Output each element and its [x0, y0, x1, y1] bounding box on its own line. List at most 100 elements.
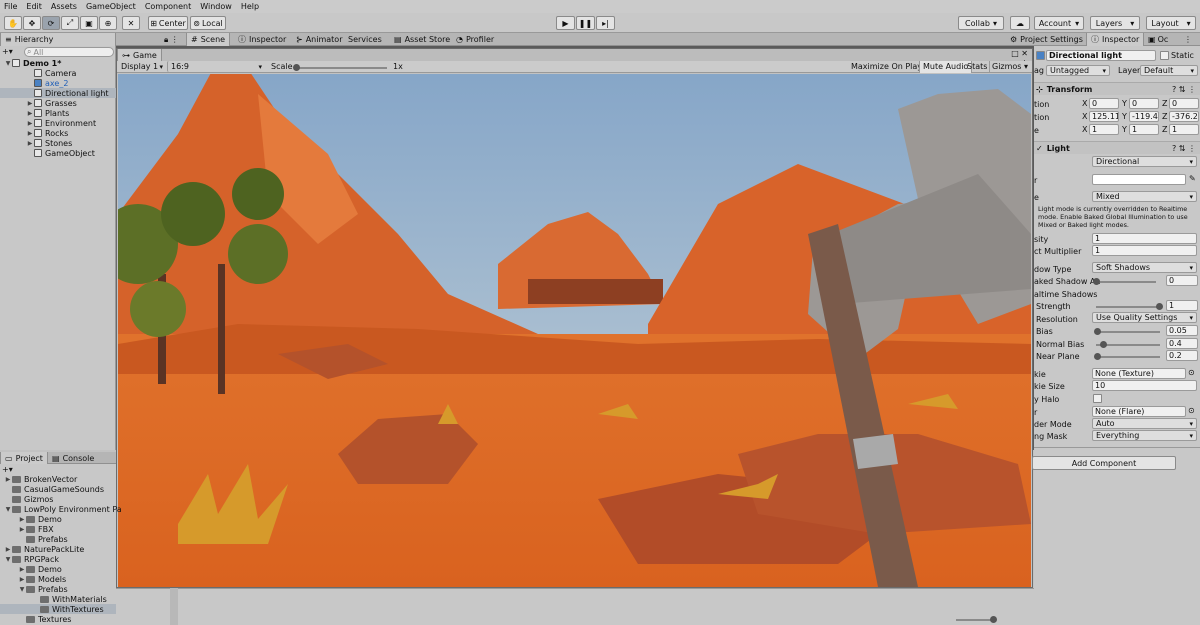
- project-folder-item[interactable]: ▶ Models: [0, 574, 170, 584]
- maximize-on-play-toggle[interactable]: Maximize On Play: [849, 61, 924, 73]
- strength-slider[interactable]: [1096, 306, 1160, 308]
- stats-toggle[interactable]: Stats: [965, 61, 989, 73]
- scale-y-field[interactable]: 1: [1129, 124, 1159, 135]
- hand-tool-button[interactable]: ✋: [4, 16, 22, 30]
- hierarchy-item[interactable]: ▼ Demo 1*: [0, 58, 116, 68]
- tab-profiler[interactable]: ◔ Profiler: [452, 33, 498, 46]
- strength-knob[interactable]: [1156, 303, 1163, 310]
- draw-halo-checkbox[interactable]: [1093, 394, 1102, 403]
- tab-game[interactable]: ⊶ Game: [117, 49, 162, 61]
- create-button[interactable]: +▾: [2, 47, 20, 57]
- light-mode-dropdown[interactable]: Mixed: [1092, 191, 1197, 202]
- hierarchy-item[interactable]: ▶ Stones: [0, 138, 116, 148]
- display-dropdown[interactable]: Display 1: [118, 61, 166, 72]
- add-component-button[interactable]: Add Component: [1032, 456, 1176, 470]
- object-picker-icon[interactable]: ⊙: [1188, 406, 1195, 415]
- tag-dropdown[interactable]: Untagged: [1046, 65, 1110, 76]
- tab-asset-store[interactable]: ▤ Asset Store: [390, 33, 454, 46]
- scale-slider[interactable]: [295, 67, 387, 69]
- component-menu-icon[interactable]: ? ⇅ ⋮: [1172, 144, 1196, 153]
- play-button[interactable]: ▶: [556, 16, 575, 30]
- expand-arrow-icon[interactable]: ▼: [4, 556, 12, 563]
- tab-scene[interactable]: # Scene: [186, 33, 231, 46]
- menu-window[interactable]: Window: [200, 2, 232, 11]
- project-folder-item[interactable]: Prefabs: [0, 534, 170, 544]
- light-enable-checkbox[interactable]: ✓: [1036, 144, 1043, 153]
- indirect-multiplier-field[interactable]: 1: [1092, 245, 1197, 256]
- expand-arrow-icon[interactable]: ▶: [26, 110, 34, 117]
- expand-arrow-icon[interactable]: ▶: [18, 576, 26, 583]
- panel-lock-icon[interactable]: 🔒︎ ⋮: [160, 33, 183, 46]
- project-folder-item[interactable]: ▶ Demo: [0, 564, 170, 574]
- baked-angle-slider[interactable]: [1096, 281, 1156, 283]
- shadow-type-dropdown[interactable]: Soft Shadows: [1092, 262, 1197, 273]
- bias-field[interactable]: 0.05: [1166, 325, 1198, 336]
- project-folder-item[interactable]: ▶ FBX: [0, 524, 170, 534]
- light-header[interactable]: ✓ Light ? ⇅ ⋮: [1034, 141, 1200, 154]
- layers-dropdown[interactable]: Layers ▾: [1090, 16, 1140, 30]
- project-folder-item[interactable]: CasualGameSounds: [0, 484, 170, 494]
- object-name-field[interactable]: Directional light: [1046, 50, 1156, 61]
- baked-angle-field[interactable]: 0: [1166, 275, 1198, 286]
- transform-tool-button[interactable]: ⊕: [99, 16, 117, 30]
- pause-button[interactable]: ❚❚: [576, 16, 595, 30]
- cloud-button[interactable]: ☁: [1010, 16, 1030, 30]
- project-folder-item[interactable]: ▶ BrokenVector: [0, 474, 170, 484]
- position-z-field[interactable]: 0: [1169, 98, 1199, 109]
- panel-menu-icon[interactable]: ⋮: [1180, 33, 1196, 46]
- aspect-dropdown[interactable]: 16:9: [167, 61, 265, 72]
- transform-header[interactable]: ⊹ Transform ? ⇅ ⋮: [1034, 82, 1200, 95]
- hierarchy-item[interactable]: Directional light: [0, 88, 116, 98]
- project-folder-item[interactable]: ▼ RPGPack: [0, 554, 170, 564]
- hierarchy-item[interactable]: axe_2: [0, 78, 116, 88]
- eyedropper-icon[interactable]: ✎: [1189, 174, 1196, 183]
- expand-arrow-icon[interactable]: ▼: [4, 60, 12, 67]
- step-button[interactable]: ▸|: [596, 16, 615, 30]
- position-y-field[interactable]: 0: [1129, 98, 1159, 109]
- menu-edit[interactable]: Edit: [26, 2, 42, 11]
- flare-field[interactable]: None (Flare): [1092, 406, 1186, 417]
- active-checkbox[interactable]: [1036, 51, 1045, 60]
- tab-console[interactable]: ▤ Console: [48, 452, 98, 464]
- bias-knob[interactable]: [1094, 328, 1101, 335]
- bias-slider[interactable]: [1096, 331, 1160, 333]
- move-tool-button[interactable]: ✥: [23, 16, 41, 30]
- menu-help[interactable]: Help: [241, 2, 259, 11]
- expand-arrow-icon[interactable]: ▶: [18, 566, 26, 573]
- scale-tool-button[interactable]: ⤢: [61, 16, 79, 30]
- near-plane-knob[interactable]: [1094, 353, 1101, 360]
- close-icon[interactable]: ✕: [1021, 49, 1028, 58]
- expand-arrow-icon[interactable]: ▶: [18, 516, 26, 523]
- menu-assets[interactable]: Assets: [51, 2, 77, 11]
- tab-oc[interactable]: ▣ Oc: [1144, 33, 1172, 46]
- normal-bias-field[interactable]: 0.4: [1166, 338, 1198, 349]
- space-local-toggle[interactable]: ⊚ Local: [190, 16, 226, 30]
- near-plane-slider[interactable]: [1096, 356, 1160, 358]
- project-create-button[interactable]: +▾: [2, 465, 13, 474]
- scale-slider-knob[interactable]: [293, 64, 300, 71]
- rect-tool-button[interactable]: ▣: [80, 16, 98, 30]
- tab-animator[interactable]: ⊱ Animator: [292, 33, 346, 46]
- hierarchy-item[interactable]: ▶ Rocks: [0, 128, 116, 138]
- rotate-tool-button[interactable]: ⟳: [42, 16, 60, 30]
- near-plane-field[interactable]: 0.2: [1166, 350, 1198, 361]
- expand-arrow-icon[interactable]: ▼: [4, 506, 12, 513]
- strength-field[interactable]: 1: [1166, 300, 1198, 311]
- tab-project[interactable]: ▭ Project: [0, 452, 48, 464]
- tab-hierarchy[interactable]: ≡ Hierarchy: [0, 33, 116, 46]
- hierarchy-item[interactable]: GameObject: [0, 148, 116, 158]
- cookie-field[interactable]: None (Texture): [1092, 368, 1186, 379]
- tab-inspector-center[interactable]: ⓘ Inspector: [234, 33, 290, 46]
- asset-zoom-knob[interactable]: [990, 616, 997, 623]
- expand-arrow-icon[interactable]: ▶: [26, 100, 34, 107]
- rotation-x-field[interactable]: 125.116: [1089, 111, 1119, 122]
- project-folder-item[interactable]: ▼ LowPoly Environment Pa: [0, 504, 170, 514]
- project-folder-item[interactable]: ▶ Demo: [0, 514, 170, 524]
- hierarchy-item[interactable]: ▶ Environment: [0, 118, 116, 128]
- scale-x-field[interactable]: 1: [1089, 124, 1119, 135]
- baked-angle-knob[interactable]: [1093, 278, 1100, 285]
- project-folder-item[interactable]: ▶ NaturePackLite: [0, 544, 170, 554]
- normal-bias-knob[interactable]: [1100, 341, 1107, 348]
- pivot-center-toggle[interactable]: ⊞ Center: [148, 16, 188, 30]
- maximize-icon[interactable]: □: [1011, 49, 1019, 58]
